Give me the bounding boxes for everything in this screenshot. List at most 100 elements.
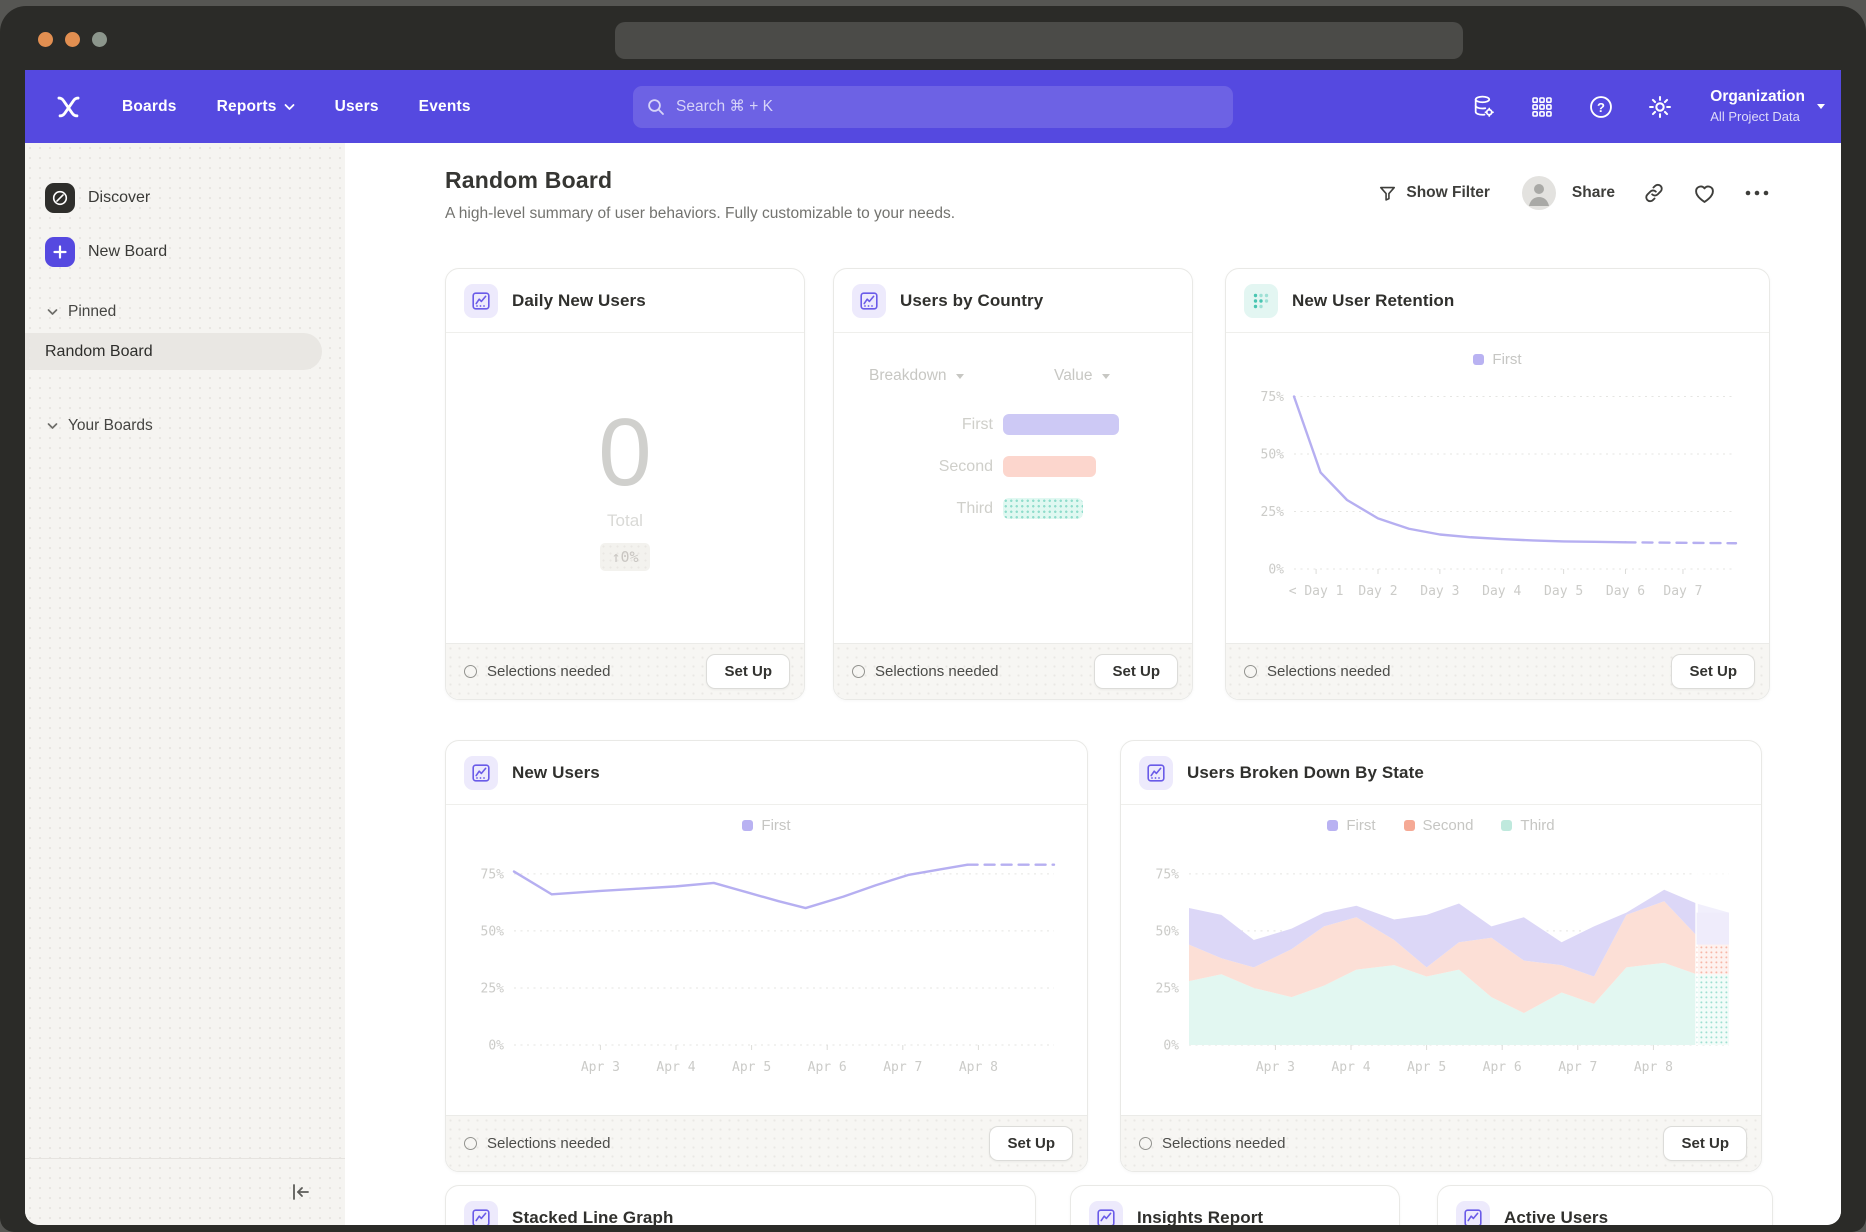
line-chart-icon (1456, 1201, 1490, 1225)
search-input[interactable]: Search ⌘ + K (633, 86, 1233, 128)
nav-item-users[interactable]: Users (335, 98, 379, 116)
close-button[interactable] (38, 32, 53, 47)
country-row-bar (1003, 456, 1096, 477)
chevron-down-icon (284, 103, 295, 111)
sidebar-item-label: New Board (88, 243, 167, 261)
apps-grid-icon[interactable] (1529, 94, 1555, 120)
sidebar-item-random-board[interactable]: Random Board (25, 333, 322, 370)
x-axis-label: Apr 8 (1634, 1060, 1673, 1075)
card-active-users: Active Users (1437, 1185, 1773, 1225)
line-chart-icon (1139, 756, 1173, 790)
footer-status-label: Selections needed (875, 663, 998, 680)
kpi-delta-badge: ↑0% (600, 543, 649, 571)
nav-item-events[interactable]: Events (419, 98, 471, 116)
search-placeholder: Search ⌘ + K (676, 97, 773, 116)
more-options-button[interactable] (1744, 189, 1770, 197)
set-up-button[interactable]: Set Up (1671, 654, 1755, 689)
board-actions: Show Filter Share (1378, 173, 1770, 213)
footer-status: Selections needed (852, 663, 998, 680)
nav-items: Boards Reports Users Events (122, 98, 471, 116)
x-axis-label: Apr 5 (1407, 1060, 1446, 1075)
sidebar-section-pinned[interactable]: Pinned (25, 295, 116, 329)
app-body: Discover New Board (25, 143, 1841, 1225)
legend-label: First (1346, 817, 1375, 834)
top-nav: Boards Reports Users Events (25, 70, 1841, 143)
card-header: New Users (446, 741, 1087, 805)
card-users-by-state: Users Broken Down By State FirstSecondTh… (1120, 740, 1762, 1172)
chevron-down-icon (47, 308, 58, 316)
legend-swatch (742, 820, 753, 831)
state-stacked-area-chart: 75%50%25%0%Apr 3Apr 4Apr 5Apr 6Apr 7Apr … (1135, 841, 1745, 1091)
legend-swatch (1473, 354, 1484, 365)
card-header: Users Broken Down By State (1121, 741, 1761, 805)
settings-gear-icon[interactable] (1647, 94, 1673, 120)
x-axis-label: Apr 6 (1483, 1060, 1522, 1075)
country-row-label: Second (834, 458, 993, 476)
series-line-First (1294, 397, 1626, 543)
footer-status-label: Selections needed (487, 663, 610, 680)
set-up-button[interactable]: Set Up (989, 1126, 1073, 1161)
x-axis-label: < Day 1 (1289, 584, 1344, 599)
share-button[interactable]: Share (1572, 184, 1615, 202)
x-axis-label: Day 4 (1482, 584, 1521, 599)
value-dropdown[interactable]: Value (1054, 367, 1110, 385)
new-users-line-chart: 75%50%25%0%Apr 3Apr 4Apr 5Apr 6Apr 7Apr … (460, 841, 1070, 1091)
link-icon (1643, 182, 1665, 204)
chevron-down-icon (1817, 104, 1825, 109)
legend-label: Third (1520, 817, 1554, 834)
collapse-sidebar-button[interactable] (289, 1182, 311, 1202)
breakdown-dropdown[interactable]: Breakdown (869, 367, 964, 385)
legend-item: First (1473, 351, 1521, 368)
chevron-down-icon (1102, 374, 1110, 379)
card-insights-report: Insights Report (1070, 1185, 1400, 1225)
section-label: Pinned (68, 303, 116, 321)
show-filter-button[interactable]: Show Filter (1378, 184, 1490, 203)
nav-item-boards[interactable]: Boards (122, 98, 177, 116)
nav-item-events-label: Events (419, 98, 471, 116)
card-title: Users Broken Down By State (1187, 763, 1424, 783)
x-axis-label: Apr 7 (883, 1060, 922, 1075)
card-footer: Selections needed Set Up (446, 1115, 1087, 1171)
y-axis-label: 75% (481, 867, 505, 882)
set-up-button[interactable]: Set Up (1094, 654, 1178, 689)
chart-legend: First (1226, 351, 1769, 368)
Users Broken Down By State-svg: 75%50%25%0%Apr 3Apr 4Apr 5Apr 6Apr 7Apr … (1135, 841, 1745, 1091)
traffic-lights (38, 32, 107, 47)
x-axis-label: Apr 4 (656, 1060, 695, 1075)
avatar[interactable] (1522, 176, 1556, 210)
data-management-icon[interactable] (1470, 94, 1496, 120)
status-circle-icon (852, 665, 865, 678)
sidebar-item-discover[interactable]: Discover (25, 177, 150, 219)
nav-item-reports[interactable]: Reports (217, 98, 295, 116)
legend-item: First (1327, 817, 1375, 834)
footer-status: Selections needed (464, 1135, 610, 1152)
x-axis-label: Day 7 (1663, 584, 1702, 599)
set-up-button[interactable]: Set Up (1663, 1126, 1747, 1161)
zoom-button[interactable] (92, 32, 107, 47)
sidebar-item-new-board[interactable]: New Board (25, 231, 167, 273)
favorite-button[interactable] (1693, 183, 1716, 204)
country-row-label: Third (834, 500, 993, 518)
legend-swatch (1327, 820, 1338, 831)
card-header: Users by Country (834, 269, 1192, 333)
funnel-icon (1378, 184, 1397, 203)
y-axis-label: 0% (1163, 1039, 1179, 1054)
x-axis-label: Apr 3 (581, 1060, 620, 1075)
copy-link-button[interactable] (1643, 182, 1665, 204)
sidebar-section-your-boards[interactable]: Your Boards (25, 409, 153, 443)
line-chart-icon (464, 756, 498, 790)
chevron-down-icon (956, 374, 964, 379)
minimize-button[interactable] (65, 32, 80, 47)
footer-status: Selections needed (464, 663, 610, 680)
nav-item-reports-label: Reports (217, 98, 277, 116)
card-header: New User Retention (1226, 269, 1769, 333)
set-up-button[interactable]: Set Up (706, 654, 790, 689)
nav-item-users-label: Users (335, 98, 379, 116)
address-bar[interactable] (615, 22, 1463, 59)
org-switcher[interactable]: Organization All Project Data (1710, 87, 1825, 125)
line-chart-icon (1089, 1201, 1123, 1225)
help-icon[interactable]: ? (1588, 94, 1614, 120)
footer-status-label: Selections needed (1162, 1135, 1285, 1152)
footer-status-label: Selections needed (1267, 663, 1390, 680)
mixpanel-logo[interactable] (55, 93, 82, 120)
